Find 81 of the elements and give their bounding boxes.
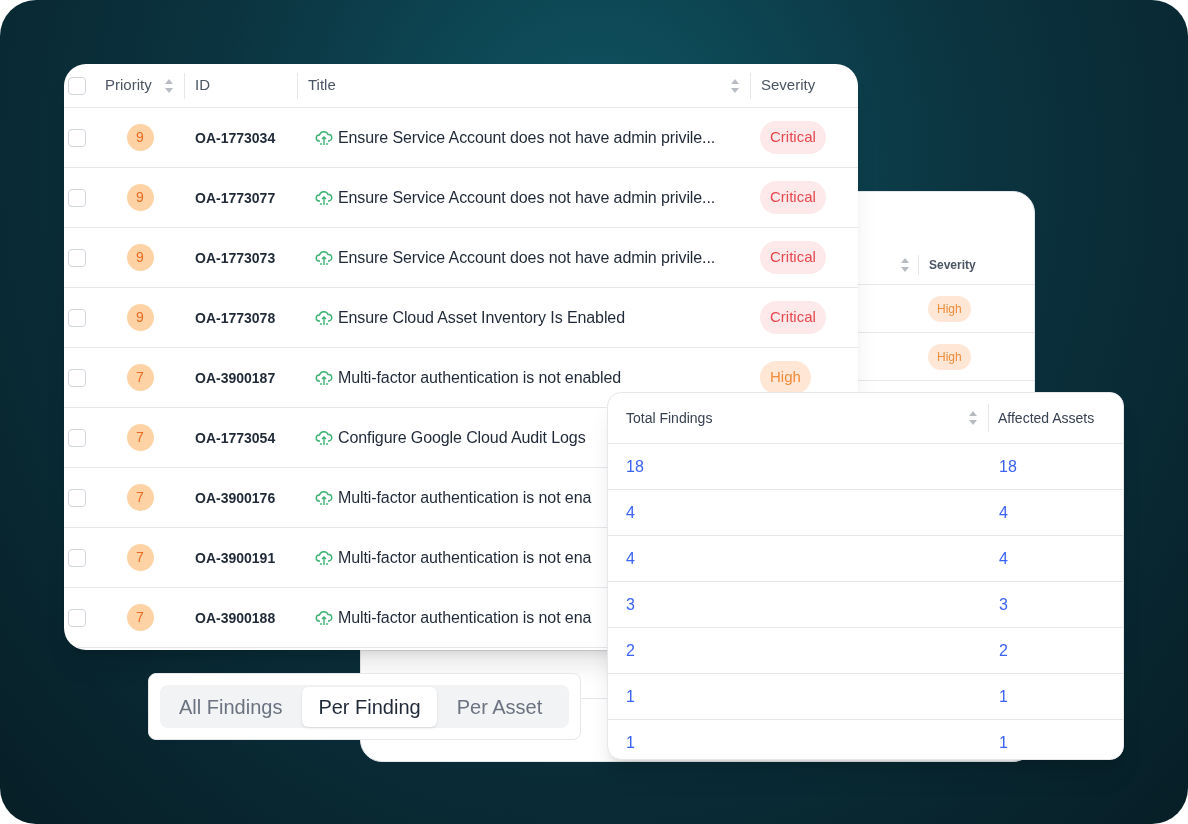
count-link[interactable]: 4 [999, 549, 1008, 567]
sort-icon[interactable] [164, 77, 174, 94]
severity-badge: Critical [760, 301, 826, 334]
count-link[interactable]: 18 [626, 457, 644, 475]
cloud-upload-icon [315, 188, 333, 207]
cloud-upload-icon [315, 488, 333, 507]
finding-title[interactable]: Multi-factor authentication is not ena [338, 545, 592, 570]
severity-badge: High [928, 295, 971, 322]
severity-badge: Critical [760, 181, 826, 214]
sort-icon[interactable] [900, 256, 910, 273]
view-tab[interactable]: Per Asset [440, 686, 559, 727]
finding-id: OA-3900191 [195, 549, 276, 566]
count-link[interactable]: 1 [626, 734, 635, 751]
checkbox[interactable] [68, 308, 86, 327]
checkbox[interactable] [68, 188, 86, 207]
priority-badge: 7 [126, 364, 154, 391]
priority-badge: 7 [126, 424, 154, 451]
cloud-upload-icon [315, 308, 333, 327]
count-link[interactable]: 3 [626, 595, 635, 613]
priority-badge: 7 [126, 484, 154, 511]
finding-title[interactable]: Multi-factor authentication is not ena [338, 605, 592, 630]
priority-badge: 7 [126, 544, 154, 571]
count-link[interactable]: 1 [626, 687, 635, 705]
severity-badge: High [760, 361, 811, 394]
priority-badge: 7 [126, 604, 154, 631]
column-header[interactable]: Title [308, 74, 336, 97]
count-link[interactable]: 2 [626, 641, 635, 659]
finding-id: OA-1773077 [195, 189, 276, 206]
cloud-upload-icon [315, 548, 333, 567]
count-link[interactable]: 4 [626, 549, 635, 567]
severity-badge: Critical [760, 121, 826, 154]
count-link[interactable]: 18 [999, 457, 1017, 475]
cloud-upload-icon [315, 248, 333, 267]
checkbox[interactable] [68, 128, 86, 147]
finding-id: OA-3900188 [195, 609, 276, 626]
column-header[interactable]: Total Findings [626, 407, 713, 429]
finding-title[interactable]: Ensure Service Account does not have admin privile... [338, 245, 716, 270]
count-link[interactable]: 4 [626, 503, 635, 521]
view-tab[interactable]: Per Finding [302, 686, 437, 727]
checkbox[interactable] [68, 428, 86, 447]
finding-id: OA-3900176 [195, 489, 276, 506]
view-tab[interactable]: All Findings [163, 686, 299, 727]
checkbox[interactable] [68, 248, 86, 267]
sort-icon[interactable] [968, 410, 978, 426]
priority-badge: 9 [126, 184, 154, 211]
finding-title[interactable]: Configure Google Cloud Audit Logs [338, 425, 586, 450]
cloud-upload-icon [315, 128, 333, 147]
cloud-upload-icon [315, 368, 333, 387]
count-link[interactable]: 4 [999, 503, 1008, 521]
priority-badge: 9 [126, 124, 154, 151]
column-header[interactable]: Severity [761, 74, 816, 97]
column-header[interactable]: Priority [105, 74, 152, 97]
count-link[interactable]: 1 [999, 687, 1008, 705]
severity-badge: High [928, 343, 971, 370]
count-link[interactable]: 1 [999, 734, 1008, 751]
checkbox[interactable] [68, 488, 86, 507]
finding-title[interactable]: Ensure Service Account does not have admin privile... [338, 185, 716, 210]
column-header[interactable]: Affected Assets [998, 407, 1095, 429]
severity-badge: Critical [760, 241, 826, 274]
finding-id: OA-1773073 [195, 249, 276, 266]
finding-id: OA-3900187 [195, 369, 276, 386]
count-link[interactable]: 2 [999, 641, 1008, 659]
checkbox[interactable] [68, 608, 86, 627]
priority-badge: 9 [126, 304, 154, 331]
column-header[interactable]: ID [195, 74, 210, 97]
finding-id: OA-1773054 [195, 429, 276, 446]
finding-title[interactable]: Multi-factor authentication is not enabled [338, 365, 622, 390]
finding-id: OA-1773034 [195, 129, 276, 146]
checkbox[interactable] [68, 548, 86, 567]
sort-icon[interactable] [730, 77, 740, 94]
count-link[interactable]: 3 [999, 595, 1008, 613]
finding-id: OA-1773078 [195, 309, 276, 326]
finding-title[interactable]: Ensure Service Account does not have admin privile... [338, 125, 716, 150]
checkbox[interactable] [68, 368, 86, 387]
column-header[interactable]: Severity [929, 255, 976, 274]
finding-title[interactable]: Multi-factor authentication is not ena [338, 485, 592, 510]
cloud-upload-icon [315, 608, 333, 627]
checkbox[interactable] [68, 76, 86, 95]
cloud-upload-icon [315, 428, 333, 447]
finding-title[interactable]: Ensure Cloud Asset Inventory Is Enabled [338, 305, 625, 330]
priority-badge: 9 [126, 244, 154, 271]
